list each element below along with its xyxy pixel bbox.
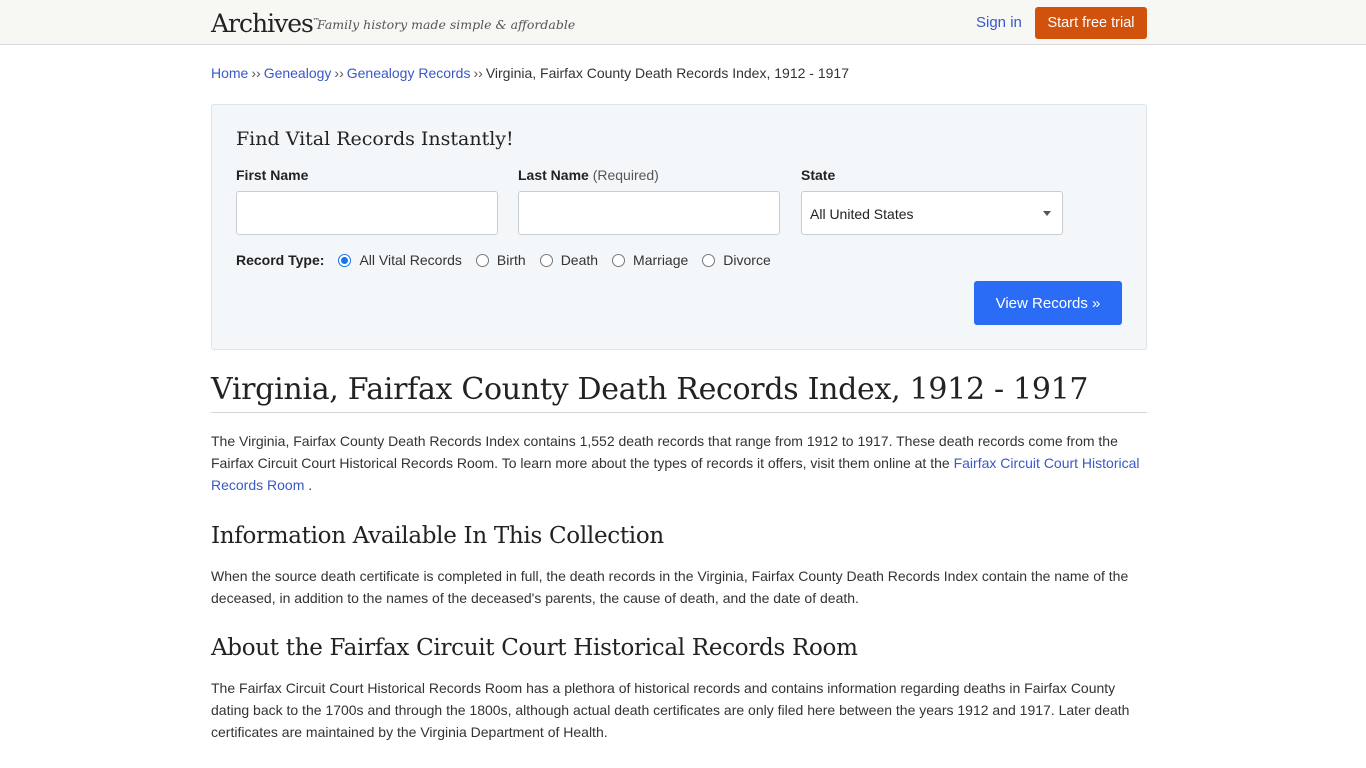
last-name-input[interactable] xyxy=(518,191,780,235)
state-select-value: All United States xyxy=(810,206,914,222)
required-note: (Required) xyxy=(592,167,659,183)
site-header: Archives™ Family history made simple & a… xyxy=(0,0,1366,45)
main-content: Home ›› Genealogy ›› Genealogy Records ›› Virg… xyxy=(211,65,1147,743)
radio-label: Divorce xyxy=(723,252,771,268)
radio-button[interactable] xyxy=(702,253,716,267)
record-type-label: Record Type: xyxy=(236,252,325,268)
breadcrumb-genealogy-records[interactable]: Genealogy Records xyxy=(347,65,471,81)
radio-label: Death xyxy=(560,252,599,268)
radio-birth[interactable]: Birth xyxy=(475,252,526,268)
state-select[interactable]: All United States xyxy=(801,191,1063,235)
page-title: Virginia, Fairfax County Death Records I… xyxy=(211,372,1147,413)
about-paragraph: The Fairfax Circuit Court Historical Rec… xyxy=(211,680,1130,740)
first-name-label: First Name xyxy=(236,167,309,183)
radio-divorce[interactable]: Divorce xyxy=(702,252,771,268)
tagline: Family history made simple & affordable xyxy=(317,17,576,32)
view-records-button[interactable]: View Records » xyxy=(974,281,1122,325)
record-type-group: Record Type: All Vital Records Birth Dea… xyxy=(236,252,785,268)
breadcrumb-separator: ›› xyxy=(473,65,483,81)
last-name-label: Last Name (Required) xyxy=(518,167,780,183)
first-name-field-group: First Name xyxy=(236,167,498,235)
radio-label: All Vital Records xyxy=(359,252,462,268)
last-name-label-text: Last Name xyxy=(518,167,589,183)
chevron-down-icon xyxy=(1043,211,1051,216)
radio-death[interactable]: Death xyxy=(539,252,599,268)
vital-records-search-form: Find Vital Records Instantly! First Name… xyxy=(211,104,1147,350)
breadcrumb-home[interactable]: Home xyxy=(211,65,248,81)
section-heading-about: About the Fairfax Circuit Court Historic… xyxy=(211,635,858,661)
start-free-trial-button[interactable]: Start free trial xyxy=(1035,7,1147,39)
sign-in-link[interactable]: Sign in xyxy=(976,14,1022,31)
breadcrumb-separator: ›› xyxy=(251,65,261,81)
section-heading-information: Information Available In This Collection xyxy=(211,523,664,549)
information-paragraph: When the source death certificate is com… xyxy=(211,568,1129,606)
intro-paragraph: The Virginia, Fairfax County Death Recor… xyxy=(211,430,1147,496)
radio-label: Birth xyxy=(496,252,526,268)
intro-end: . xyxy=(304,477,313,493)
radio-button[interactable] xyxy=(539,253,553,267)
first-name-input[interactable] xyxy=(236,191,498,235)
radio-label: Marriage xyxy=(633,252,689,268)
radio-button[interactable] xyxy=(475,253,489,267)
radio-marriage[interactable]: Marriage xyxy=(612,252,688,268)
state-field-group: State All United States xyxy=(801,167,1063,235)
search-title: Find Vital Records Instantly! xyxy=(236,128,514,150)
archives-logo[interactable]: Archives™ xyxy=(211,9,320,38)
last-name-field-group: Last Name (Required) xyxy=(518,167,780,235)
radio-all-vital-records[interactable]: All Vital Records xyxy=(338,252,462,268)
state-label: State xyxy=(801,167,836,183)
breadcrumb-genealogy[interactable]: Genealogy xyxy=(264,65,332,81)
logo-text: Archives xyxy=(211,9,314,38)
radio-button-checked[interactable] xyxy=(338,253,352,267)
breadcrumb-separator: ›› xyxy=(334,65,344,81)
radio-button[interactable] xyxy=(612,253,626,267)
breadcrumb-current: Virginia, Fairfax County Death Records I… xyxy=(485,65,849,81)
breadcrumb: Home ›› Genealogy ›› Genealogy Records ›› Virg… xyxy=(211,65,1147,81)
